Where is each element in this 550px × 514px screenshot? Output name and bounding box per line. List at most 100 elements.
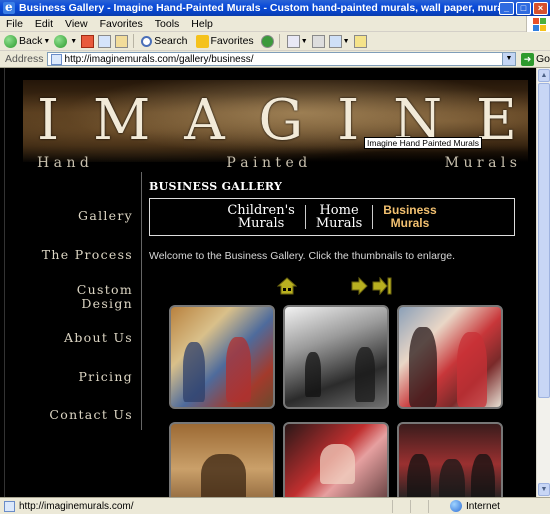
toolbar-separator <box>133 34 135 48</box>
home-icon[interactable] <box>115 34 129 48</box>
chevron-down-icon[interactable]: ▼ <box>43 38 50 45</box>
home-icon[interactable] <box>277 277 297 295</box>
tab-home-murals[interactable]: Home Murals <box>306 204 372 230</box>
address-label: Address <box>5 53 44 65</box>
stop-icon[interactable] <box>81 34 95 48</box>
menu-file[interactable]: File <box>0 18 29 30</box>
window-title: Business Gallery - Imagine Hand-Painted … <box>19 2 499 14</box>
minimize-button[interactable]: _ <box>499 1 514 15</box>
chevron-down-icon[interactable]: ▼ <box>343 38 350 45</box>
discuss-icon[interactable] <box>353 34 367 48</box>
refresh-icon[interactable] <box>98 34 112 48</box>
search-button[interactable]: Search <box>141 35 188 47</box>
close-button[interactable]: × <box>533 1 548 15</box>
next-arrow-icon[interactable] <box>351 277 368 295</box>
toolbar: Back ▼ ▼ Search Favorites ▼ ▼ <box>0 32 550 51</box>
page-content: I M A G I N E Imagine Hand Painted Mural… <box>4 68 536 497</box>
star-icon <box>195 34 209 48</box>
windows-logo-icon <box>526 15 550 32</box>
status-bar: http://imaginemurals.com/ Internet <box>0 497 550 514</box>
back-label: Back <box>19 35 43 47</box>
status-url: http://imaginemurals.com/ <box>19 500 134 512</box>
gallery-nav <box>275 276 405 296</box>
page-title: BUSINESS GALLERY <box>149 180 283 193</box>
banner-subtitle-word: P a i n t e d <box>226 155 308 171</box>
toolbar-separator <box>278 34 280 48</box>
thumbnail-image[interactable] <box>169 305 275 409</box>
thumbnail-image[interactable] <box>397 305 503 409</box>
maximize-button[interactable]: □ <box>516 1 531 15</box>
back-button[interactable]: Back ▼ <box>4 34 50 48</box>
sidebar-item-gallery[interactable]: Gallery <box>78 208 133 223</box>
banner-letter: I <box>37 88 60 153</box>
tab-business-murals[interactable]: Business Murals <box>373 204 446 230</box>
banner-letter: E <box>476 88 517 153</box>
tab-line: Murals <box>237 216 285 231</box>
forward-arrow-icon <box>54 34 68 48</box>
banner-subtitle: H a n d P a i n t e d M u r a l s <box>37 155 517 171</box>
vertical-scrollbar[interactable]: ▲ ▼ <box>536 68 550 497</box>
security-zone: Internet <box>466 500 500 512</box>
banner-letter: A <box>184 88 225 153</box>
scroll-down-icon[interactable]: ▼ <box>538 483 550 496</box>
history-icon[interactable] <box>260 34 274 48</box>
gallery-tabs: Children's Murals Home Murals Business M… <box>149 198 515 236</box>
status-cell <box>410 499 428 513</box>
banner-letter: G <box>258 88 304 153</box>
ie-icon <box>3 0 15 14</box>
banner-subtitle-word: M u r a l s <box>444 155 517 171</box>
go-button[interactable]: ➜ Go <box>520 52 550 66</box>
scrollbar-thumb[interactable] <box>538 83 550 398</box>
tab-childrens-murals[interactable]: Children's Murals <box>217 204 304 230</box>
sidebar-item-design[interactable]: Design <box>81 296 133 311</box>
thumbnail-image[interactable] <box>397 422 503 497</box>
address-bar: Address http://imaginemurals.com/gallery… <box>0 51 550 68</box>
internet-zone-icon <box>450 500 462 512</box>
menu-help[interactable]: Help <box>185 18 219 30</box>
address-input[interactable]: http://imaginemurals.com/gallery/busines… <box>46 52 516 66</box>
edit-icon[interactable] <box>328 34 342 48</box>
search-label: Search <box>154 35 188 47</box>
favorites-button[interactable]: Favorites <box>195 34 254 48</box>
banner-letter: M <box>93 88 151 153</box>
favorites-label: Favorites <box>210 35 254 47</box>
site-banner[interactable]: I M A G I N E Imagine Hand Painted Mural… <box>23 80 528 171</box>
forward-button[interactable]: ▼ <box>54 34 77 48</box>
scroll-up-icon[interactable]: ▲ <box>538 69 550 82</box>
last-arrow-icon[interactable] <box>372 277 392 295</box>
browser-viewport: I M A G I N E Imagine Hand Painted Mural… <box>0 68 550 497</box>
thumbnail-image[interactable] <box>169 422 275 497</box>
status-cell <box>428 499 446 513</box>
sidebar-item-about-us[interactable]: About Us <box>64 330 133 345</box>
menu-edit[interactable]: Edit <box>29 18 59 30</box>
menu-bar: File Edit View Favorites Tools Help <box>0 15 550 32</box>
thumbnail-image[interactable] <box>283 305 389 409</box>
tab-line: Murals <box>315 216 363 231</box>
menu-favorites[interactable]: Favorites <box>94 18 149 30</box>
sidebar-item-contact-us[interactable]: Contact Us <box>49 407 133 422</box>
sidebar-nav: Gallery The Process Custom Design About … <box>5 172 142 430</box>
go-arrow-icon: ➜ <box>520 52 534 66</box>
banner-tooltip: Imagine Hand Painted Murals <box>364 137 482 149</box>
print-icon[interactable] <box>311 34 325 48</box>
chevron-down-icon[interactable]: ▼ <box>70 38 77 45</box>
sidebar-item-custom[interactable]: Custom <box>77 282 133 297</box>
sidebar-item-pricing[interactable]: Pricing <box>78 369 133 384</box>
status-cell <box>392 499 410 513</box>
tab-line: Murals <box>390 216 430 230</box>
mail-icon[interactable] <box>286 34 300 48</box>
page-icon <box>4 500 15 512</box>
banner-subtitle-word: H a n d <box>37 155 89 171</box>
chevron-down-icon[interactable]: ▼ <box>501 53 515 65</box>
go-label: Go <box>535 53 550 65</box>
back-arrow-icon <box>4 34 17 48</box>
window-title-bar[interactable]: Business Gallery - Imagine Hand-Painted … <box>0 0 550 16</box>
page-icon <box>50 53 62 65</box>
address-url[interactable]: http://imaginemurals.com/gallery/busines… <box>65 54 502 65</box>
menu-tools[interactable]: Tools <box>149 18 186 30</box>
menu-view[interactable]: View <box>59 18 94 30</box>
thumbnail-image[interactable] <box>283 422 389 497</box>
chevron-down-icon[interactable]: ▼ <box>301 38 308 45</box>
search-icon <box>141 35 153 47</box>
sidebar-item-the-process[interactable]: The Process <box>42 247 133 262</box>
